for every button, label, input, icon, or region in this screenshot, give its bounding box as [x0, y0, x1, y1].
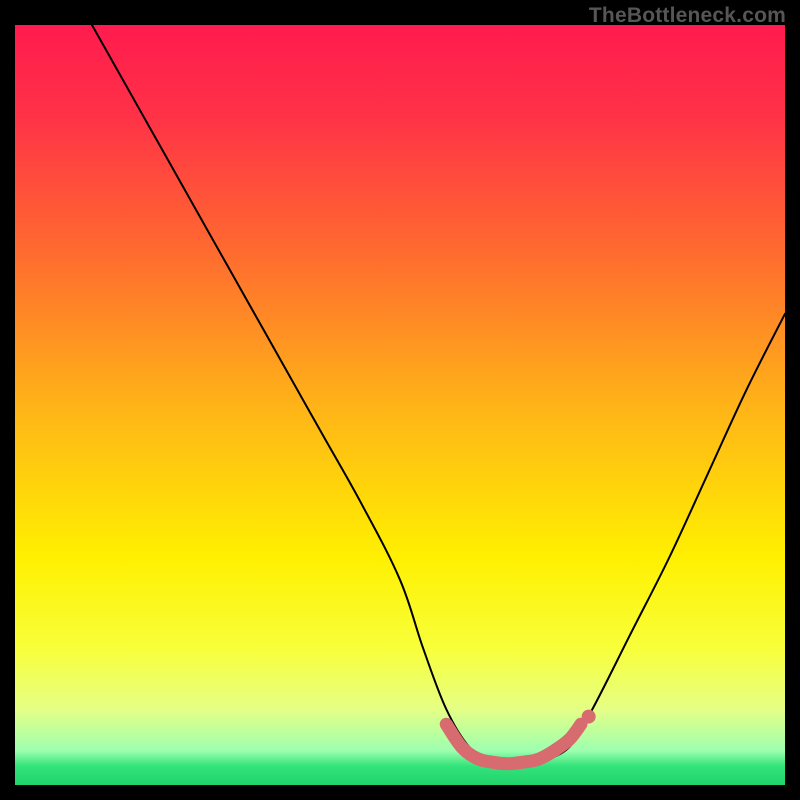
plot-area: [15, 25, 785, 785]
optimal-zone-point: [582, 710, 596, 724]
gradient-background: [15, 25, 785, 785]
chart-stage: TheBottleneck.com: [0, 0, 800, 800]
plot-svg: [15, 25, 785, 785]
